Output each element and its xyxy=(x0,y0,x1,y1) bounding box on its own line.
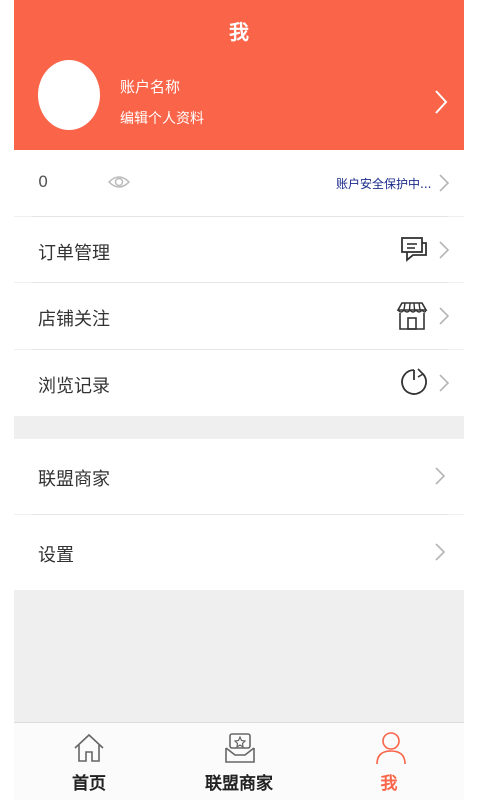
security-status[interactable]: 账户安全保护中... xyxy=(336,175,431,192)
chevron-right-icon xyxy=(435,90,448,114)
chevron-right-icon xyxy=(435,467,446,485)
chevron-right-icon xyxy=(439,374,450,392)
menu-item-label: 店铺关注 xyxy=(38,309,110,330)
bottom-tab-bar: 首页 联盟商家 我 xyxy=(14,722,464,800)
person-icon xyxy=(376,732,406,765)
menu-item-history[interactable]: 浏览记录 xyxy=(14,350,464,416)
menu-item-settings[interactable]: 设置 xyxy=(14,515,464,590)
home-icon xyxy=(74,733,104,762)
app-screen: 我 账户名称 编辑个人资料 0 账户安全保护中... 订单管理 店铺关注 浏览记… xyxy=(14,0,464,800)
page-title: 我 xyxy=(229,20,249,44)
history-icon xyxy=(401,368,427,395)
tab-label: 首页 xyxy=(72,774,106,794)
avatar[interactable] xyxy=(38,60,100,130)
eye-icon[interactable] xyxy=(108,174,130,190)
tab-label: 联盟商家 xyxy=(205,774,273,794)
tab-label: 我 xyxy=(380,774,398,794)
menu-item-label: 联盟商家 xyxy=(38,469,110,490)
alliance-icon xyxy=(225,733,255,763)
menu-item-alliance[interactable]: 联盟商家 xyxy=(14,439,464,514)
menu-item-label: 设置 xyxy=(38,545,74,566)
chevron-right-icon xyxy=(439,174,450,192)
tab-home[interactable]: 首页 xyxy=(14,723,164,800)
account-name: 账户名称 xyxy=(120,78,181,96)
menu-item-label: 浏览记录 xyxy=(38,376,110,397)
menu-item-label: 订单管理 xyxy=(38,243,110,264)
profile-header[interactable]: 我 账户名称 编辑个人资料 xyxy=(14,0,464,150)
tab-me[interactable]: 我 xyxy=(314,723,464,800)
chevron-right-icon xyxy=(435,543,446,561)
chevron-right-icon xyxy=(439,307,450,325)
chevron-right-icon xyxy=(439,241,450,259)
stat-value: 0 xyxy=(38,172,49,191)
edit-profile-link[interactable]: 编辑个人资料 xyxy=(120,108,204,128)
store-icon xyxy=(396,302,428,330)
menu-item-orders[interactable]: 订单管理 xyxy=(14,217,464,282)
chat-icon xyxy=(401,237,427,262)
tab-alliance[interactable]: 联盟商家 xyxy=(164,723,314,800)
